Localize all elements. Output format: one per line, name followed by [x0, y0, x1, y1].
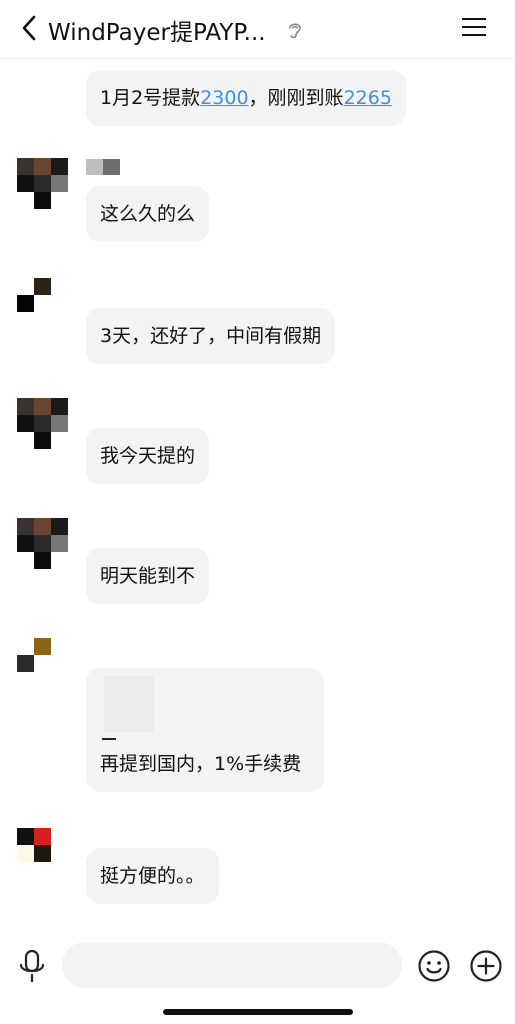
emoji-button[interactable] [417, 949, 451, 983]
amount-link[interactable]: 2300 [200, 87, 248, 109]
menu-button[interactable] [458, 14, 490, 42]
sender-name [86, 159, 120, 175]
avatar[interactable] [17, 828, 69, 880]
message-input[interactable] [62, 942, 402, 988]
message-text: 我今天提的 [100, 445, 196, 467]
message-text: 再提到国内，1%手续费 [100, 753, 302, 775]
chat-title[interactable]: WindPayer提PAYP... [48, 13, 266, 47]
quote-marker [102, 738, 116, 740]
message-list[interactable]: 1月2号提款2300，刚刚到账2265 这么久的么 3天，还好了，中间有假期 我… [0, 58, 515, 930]
avatar[interactable] [17, 158, 69, 210]
message-text: 这么久的么 [100, 203, 196, 225]
message-bubble[interactable]: 1月2号提款2300，刚刚到账2265 [86, 70, 406, 126]
ear-icon[interactable] [286, 20, 304, 44]
message-bubble[interactable]: 再提到国内，1%手续费 [86, 668, 324, 792]
voice-button[interactable] [15, 948, 49, 984]
avatar[interactable] [17, 278, 69, 330]
microphone-icon [19, 949, 45, 983]
message-bubble[interactable]: 明天能到不 [86, 548, 210, 604]
message-text: 1月2号提款 [100, 87, 201, 109]
back-button[interactable] [14, 12, 44, 44]
message-bubble[interactable]: 我今天提的 [86, 428, 210, 484]
more-button[interactable] [469, 949, 503, 983]
quoted-image-thumbnail[interactable] [104, 676, 154, 732]
message-bubble[interactable]: 这么久的么 [86, 186, 210, 242]
avatar[interactable] [17, 518, 69, 570]
message-bubble[interactable]: 3天，还好了，中间有假期 [86, 308, 336, 364]
home-indicator[interactable] [163, 1009, 353, 1015]
chevron-left-icon [22, 15, 36, 41]
hamburger-menu-icon [462, 18, 486, 20]
amount-link[interactable]: 2265 [344, 87, 392, 109]
message-text: ，刚刚到账 [248, 87, 344, 109]
plus-circle-icon [470, 950, 502, 982]
chat-header: WindPayer提PAYP... [0, 0, 515, 59]
message-text: 挺方便的。。 [100, 865, 205, 887]
message-text: 明天能到不 [100, 565, 196, 587]
emoji-icon [418, 950, 450, 982]
message-text: 3天，还好了，中间有假期 [100, 325, 322, 347]
avatar[interactable] [17, 638, 69, 690]
avatar[interactable] [17, 398, 69, 450]
input-bar [0, 930, 515, 1024]
message-bubble[interactable]: 挺方便的。。 [86, 848, 219, 904]
